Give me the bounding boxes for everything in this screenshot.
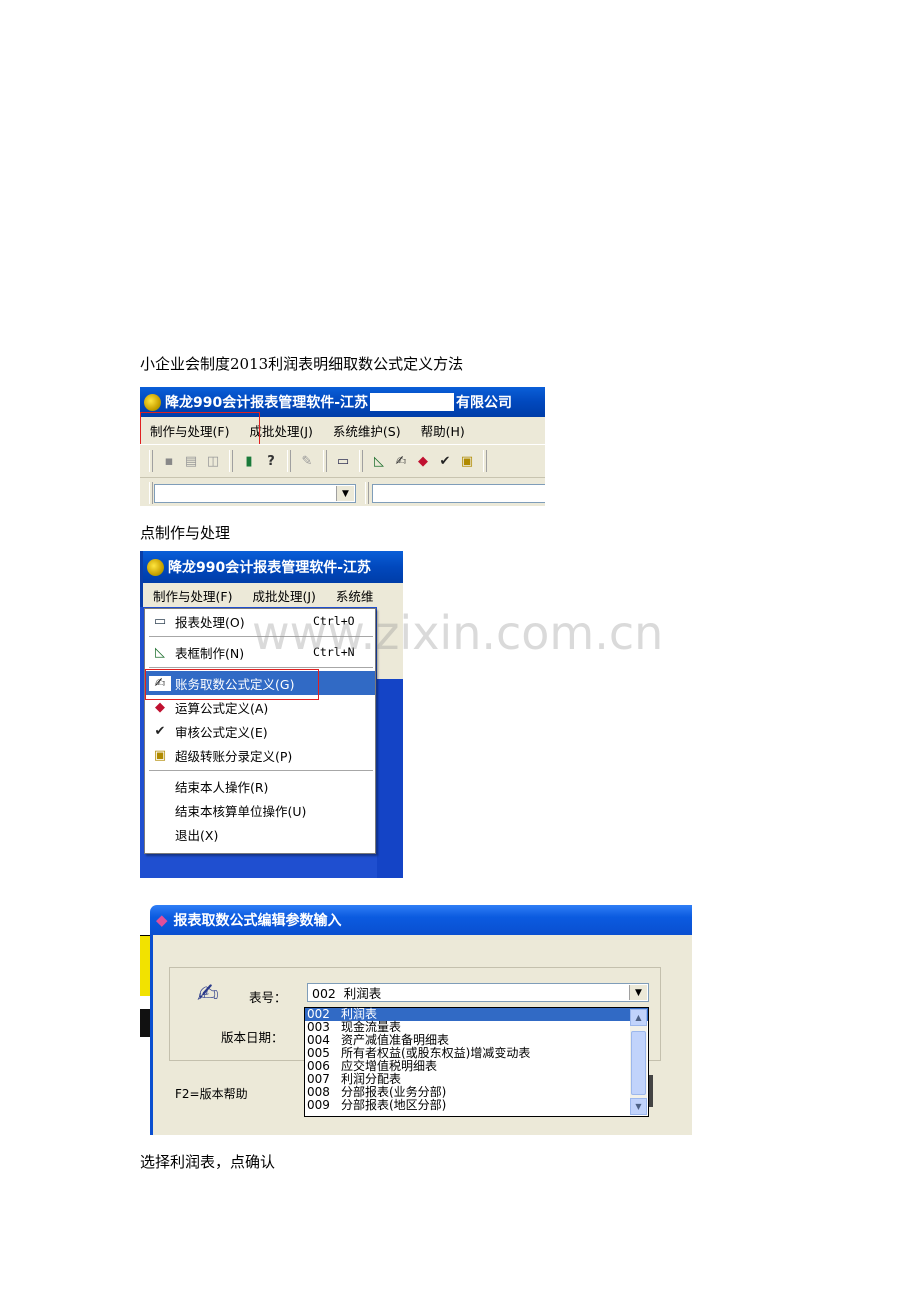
menu-separator: [149, 770, 373, 771]
menu-item-end-self[interactable]: 结束本人操作(R): [145, 774, 375, 798]
transfer-icon[interactable]: ▣: [458, 452, 476, 470]
list-item[interactable]: 009 分部报表(地区分部): [305, 1099, 648, 1112]
toolbar-separator: [287, 450, 291, 472]
screenshot-menu: 降龙990会计报表管理软件-江苏 制作与处理(F) 成批处理(J) 系统维 ▭ …: [140, 551, 403, 878]
window-title-prefix: 降龙990会计报表管理软件-江苏: [165, 395, 369, 411]
annotation-box-menu: [140, 412, 260, 445]
app-logo-icon: [144, 393, 161, 411]
list-scrollbar[interactable]: ▲ ▼: [630, 1009, 647, 1115]
chevron-down-icon[interactable]: ▼: [629, 985, 647, 1000]
table-number-value: 002 利润表: [312, 986, 382, 1001]
tools-icon[interactable]: ✎: [298, 452, 316, 470]
toolbar-separator: [359, 450, 363, 472]
dialog-title-bar: ◆ 报表取数公式编辑参数输入 ✕: [150, 905, 692, 935]
step2-caption: 选择利润表，点确认: [140, 1153, 276, 1171]
scroll-down-icon[interactable]: ▼: [630, 1098, 647, 1115]
menu-separator: [149, 667, 373, 668]
menu-bar: 制作与处理(F) 成批处理(J) 系统维: [140, 583, 403, 607]
menu-item-audit-formula[interactable]: ✔ 审核公式定义(E): [145, 719, 375, 743]
ok-button-edge: [649, 1075, 653, 1107]
scroll-thumb[interactable]: [631, 1031, 646, 1095]
version-date-label: 版本日期：: [221, 1030, 284, 1045]
menu-system-maintenance[interactable]: 系统维护(S): [323, 421, 411, 440]
help-icon[interactable]: ?: [262, 452, 280, 470]
menu-make-process[interactable]: 制作与处理(F): [143, 586, 242, 605]
report-icon: ▭: [153, 613, 167, 629]
step1-caption: 点制作与处理: [140, 524, 231, 542]
intro-caption: 小企业会制度2013利润表明细取数公式定义方法: [140, 355, 464, 373]
toolbar-grip: [365, 482, 369, 504]
toolbar-grip: [149, 482, 153, 504]
redaction-block: [370, 393, 455, 411]
table-number-label: 表号：: [249, 990, 287, 1005]
toolbar-separator: [323, 450, 327, 472]
dialog-book-icon: ◆: [156, 911, 168, 929]
report-icon[interactable]: ▭: [334, 452, 352, 470]
toolbar: ▪ ▤ ◫ ▮ ? ✎ ▭ ◺ ✍ ◆ ✔ ▣: [140, 444, 545, 477]
app-background-lower: [377, 679, 403, 878]
toolbar-separator: [229, 450, 233, 472]
scroll-up-icon[interactable]: ▲: [630, 1009, 647, 1026]
help-hint: F2=版本帮助: [175, 1087, 248, 1101]
menu-help[interactable]: 帮助(H): [411, 421, 475, 440]
background-glyph: [140, 1009, 150, 1037]
calc-icon[interactable]: ◆: [414, 452, 432, 470]
watermark: www.zixin.com.cn: [252, 606, 664, 660]
table-options-list[interactable]: 002 利润表 003 现金流量表 004 资产减值准备明细表 005 所有者权益(或股…: [304, 1007, 649, 1117]
menu-item-super-transfer[interactable]: ▣ 超级转账分录定义(P): [145, 743, 375, 767]
check-icon[interactable]: ✔: [436, 452, 454, 470]
app-logo-icon: [147, 558, 164, 576]
toolbar-grip: [149, 450, 153, 472]
toolbar-separator: [483, 450, 487, 472]
chart-icon: ◺: [155, 644, 165, 660]
print-icon[interactable]: ▤: [182, 452, 200, 470]
chart-icon[interactable]: ◺: [370, 452, 388, 470]
screenshot-main-window: 降龙990会计报表管理软件-江苏 有限公司 制作与处理(F) 成批处理(J) 系…: [140, 387, 545, 506]
table-number-select[interactable]: 002 利润表 ▼: [307, 983, 649, 1002]
dialog-title: 报表取数公式编辑参数输入: [173, 913, 342, 929]
menu-item-exit[interactable]: 退出(X): [145, 822, 375, 846]
menu-batch-process[interactable]: 成批处理(J): [242, 586, 325, 605]
period-combo[interactable]: [372, 484, 545, 503]
screenshot-dialog: ◆ 报表取数公式编辑参数输入 ✕ ✍ 表号： 002 利润表 ▼ 版本日期： F…: [140, 891, 692, 1143]
annotation-box-menu-item: [145, 669, 319, 700]
preview-icon[interactable]: ◫: [204, 452, 222, 470]
phone-icon[interactable]: ▮: [240, 452, 258, 470]
unit-combo[interactable]: ▼: [154, 484, 356, 503]
window-title-bar: 降龙990会计报表管理软件-江苏: [140, 551, 403, 583]
window-title-suffix: 有限公司: [456, 395, 513, 411]
toolbar-lower-row: ▼: [140, 477, 545, 506]
formula-icon[interactable]: ✍: [392, 452, 410, 470]
window-title: 降龙990会计报表管理软件-江苏: [168, 560, 372, 576]
chevron-down-icon[interactable]: ▼: [336, 486, 354, 501]
menu-system-maintenance[interactable]: 系统维: [326, 586, 384, 605]
save-icon[interactable]: ▪: [160, 452, 178, 470]
calc-icon: ◆: [155, 699, 165, 715]
check-icon: ✔: [154, 723, 166, 739]
transfer-icon: ▣: [153, 747, 167, 763]
ruler-pencil-icon: ✍: [197, 979, 219, 1009]
menu-item-end-unit[interactable]: 结束本核算单位操作(U): [145, 798, 375, 822]
